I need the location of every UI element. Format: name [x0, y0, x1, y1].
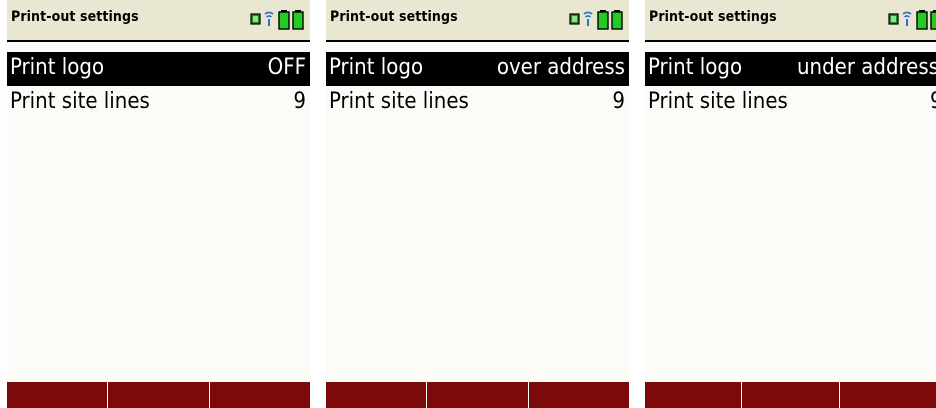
status-icons [249, 8, 309, 32]
menu-item-value: 9 [612, 89, 625, 114]
menu-item-value: under address [797, 55, 936, 80]
device-screen-2: Print-out settings Print logo over addre… [326, 0, 629, 408]
battery-icon [597, 10, 609, 30]
screen-header: Print-out settings [7, 0, 310, 42]
softkey-right[interactable] [208, 382, 310, 408]
menu-item-value: 9 [930, 89, 936, 114]
screen-title: Print-out settings [11, 9, 139, 25]
softkey-bar [645, 382, 936, 408]
battery-icon [292, 10, 304, 30]
menu-item-value: over address [496, 55, 625, 80]
softkey-left[interactable] [7, 382, 108, 408]
battery-icon [916, 10, 928, 30]
battery-icon [611, 10, 623, 30]
device-screen-3: Print-out settings Print logo under addr… [645, 0, 936, 408]
wireless-signal-icon [583, 11, 593, 26]
menu-item-print-site-lines[interactable]: Print site lines 9 [645, 86, 936, 120]
device-screen-1: Print-out settings Print logo OFF Print … [7, 0, 310, 408]
menu-item-print-site-lines[interactable]: Print site lines 9 [7, 86, 310, 120]
battery-icon [930, 10, 936, 30]
screen-header: Print-out settings [326, 0, 629, 42]
menu-item-print-logo[interactable]: Print logo over address [326, 52, 629, 86]
wireless-signal-icon [902, 11, 912, 26]
softkey-middle[interactable] [741, 382, 839, 408]
softkey-right[interactable] [527, 382, 629, 408]
menu-item-print-logo[interactable]: Print logo OFF [7, 52, 310, 86]
status-icons [568, 8, 628, 32]
menu-item-print-logo[interactable]: Print logo under address [645, 52, 936, 86]
softkey-left[interactable] [645, 382, 742, 408]
menu-item-value: 9 [293, 89, 306, 114]
softkey-middle[interactable] [426, 382, 528, 408]
device-icon [569, 13, 580, 25]
status-icons [887, 8, 936, 32]
menu-item-label: Print site lines [329, 89, 469, 114]
device-icon [250, 13, 261, 25]
screen-header: Print-out settings [645, 0, 936, 42]
softkey-bar [326, 382, 629, 408]
softkey-middle[interactable] [107, 382, 209, 408]
wireless-signal-icon [264, 11, 274, 26]
softkey-right[interactable] [838, 382, 936, 408]
menu-item-label: Print logo [648, 55, 743, 80]
menu-item-label: Print site lines [648, 89, 788, 114]
menu-item-label: Print logo [329, 55, 424, 80]
softkey-bar [7, 382, 310, 408]
menu-item-print-site-lines[interactable]: Print site lines 9 [326, 86, 629, 120]
softkey-left[interactable] [326, 382, 427, 408]
screen-title: Print-out settings [649, 9, 777, 25]
device-icon [888, 13, 899, 25]
screen-title: Print-out settings [330, 9, 458, 25]
menu-item-label: Print logo [10, 55, 105, 80]
menu-item-label: Print site lines [10, 89, 150, 114]
battery-icon [278, 10, 290, 30]
menu-item-value: OFF [267, 55, 306, 80]
